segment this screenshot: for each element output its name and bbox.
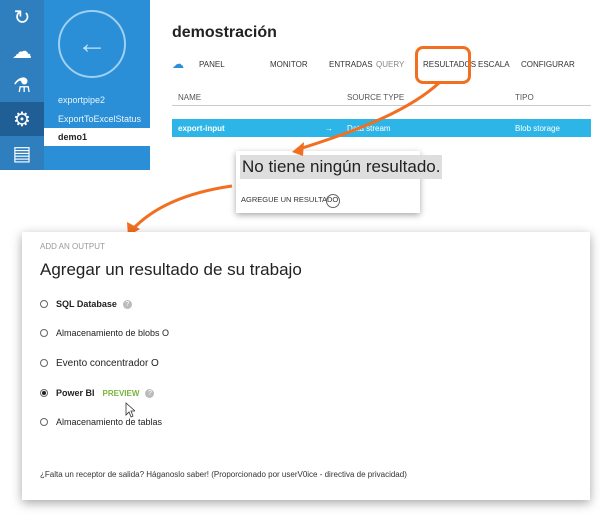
option-label: SQL Database [56,299,117,309]
cloud-sync-icon[interactable]: ☁ [0,34,44,68]
gear-icon[interactable]: ⚙ [0,102,44,136]
cloud-icon: ☁ [172,57,184,71]
table-header: NAME SOURCE TYPE TIPO [172,89,591,106]
tab-monitor[interactable]: MONITOR [270,60,308,69]
chart-icon[interactable]: ▤ [0,136,44,170]
column-source-type: SOURCE TYPE [347,93,405,102]
option-label: Power BI [56,388,95,398]
dialog-footer[interactable]: ¿Falta un receptor de salida? Háganoslo … [40,470,407,479]
option-label: Almacenamiento de blobs O [56,328,170,338]
back-arrow-icon[interactable]: ← [58,10,126,78]
sidebar-item-exportpipe2[interactable]: exportpipe2 [58,95,105,105]
radio-button[interactable] [40,418,48,426]
tab-bar: ☁ PANEL MONITOR ENTRADAS QUERY RESULTADO… [172,57,592,74]
column-name: NAME [178,93,202,102]
row-arrow-icon: → [325,124,333,133]
tab-inputs[interactable]: ENTRADAS [329,60,373,69]
sidebar: ← exportpipe2 ExportToExcelStatus demo1 [44,0,150,170]
radio-button[interactable] [40,359,48,367]
sidebar-item-exporttoexcelstatus[interactable]: ExportToExcelStatus [58,114,141,124]
click-indicator-icon [326,194,340,208]
table-row[interactable]: export-input → Data stream Blob storage [172,119,591,137]
add-output-link[interactable]: AGREGUE UN RESULTADO [241,195,338,204]
outputs-highlight [415,46,471,84]
dialog-heading: Agregar un resultado de su trabajo [40,260,302,279]
tab-query[interactable]: QUERY [376,60,404,69]
icon-rail: ↻ ☁ ⚗ ⚙ ▤ [0,0,44,170]
sidebar-item-demo1[interactable]: demo1 [44,128,150,146]
tab-configure[interactable]: CONFIGURAR [521,60,575,69]
radio-button[interactable] [40,300,48,308]
add-output-dialog: ADD AN OUTPUT Agregar un resultado de su… [22,232,590,500]
dialog-kicker: ADD AN OUTPUT [40,242,105,251]
option-label: Almacenamiento de tablas [56,417,163,427]
radio-button-selected[interactable] [40,389,48,397]
help-icon[interactable]: ? [145,388,155,398]
mouse-pointer-icon [125,402,135,418]
radio-button[interactable] [40,329,48,337]
arrow-to-dialog [130,184,233,232]
stream-icon[interactable]: ↻ [0,0,44,34]
option-table-storage[interactable]: Almacenamiento de tablas [40,414,162,430]
row-source: Data stream [347,124,391,133]
preview-badge: PREVIEW [102,388,140,398]
row-type: Blob storage [515,124,560,133]
option-event-hub[interactable]: Evento concentrador O [40,355,159,371]
flask-icon[interactable]: ⚗ [0,68,44,102]
help-icon[interactable]: ? [122,299,132,309]
tab-scale[interactable]: ESCALA [478,60,510,69]
option-label: Evento concentrador O [56,357,159,369]
row-name: export-input [178,124,225,133]
tab-panel[interactable]: PANEL [199,60,225,69]
no-output-message: No tiene ningún resultado. [240,155,443,179]
column-type: TIPO [515,93,534,102]
option-sql-database[interactable]: SQL Database ? [40,296,132,312]
option-power-bi[interactable]: Power BI PREVIEW ? [40,385,155,401]
page-title: demostración [172,24,277,41]
option-blob-storage[interactable]: Almacenamiento de blobs O [40,325,169,341]
